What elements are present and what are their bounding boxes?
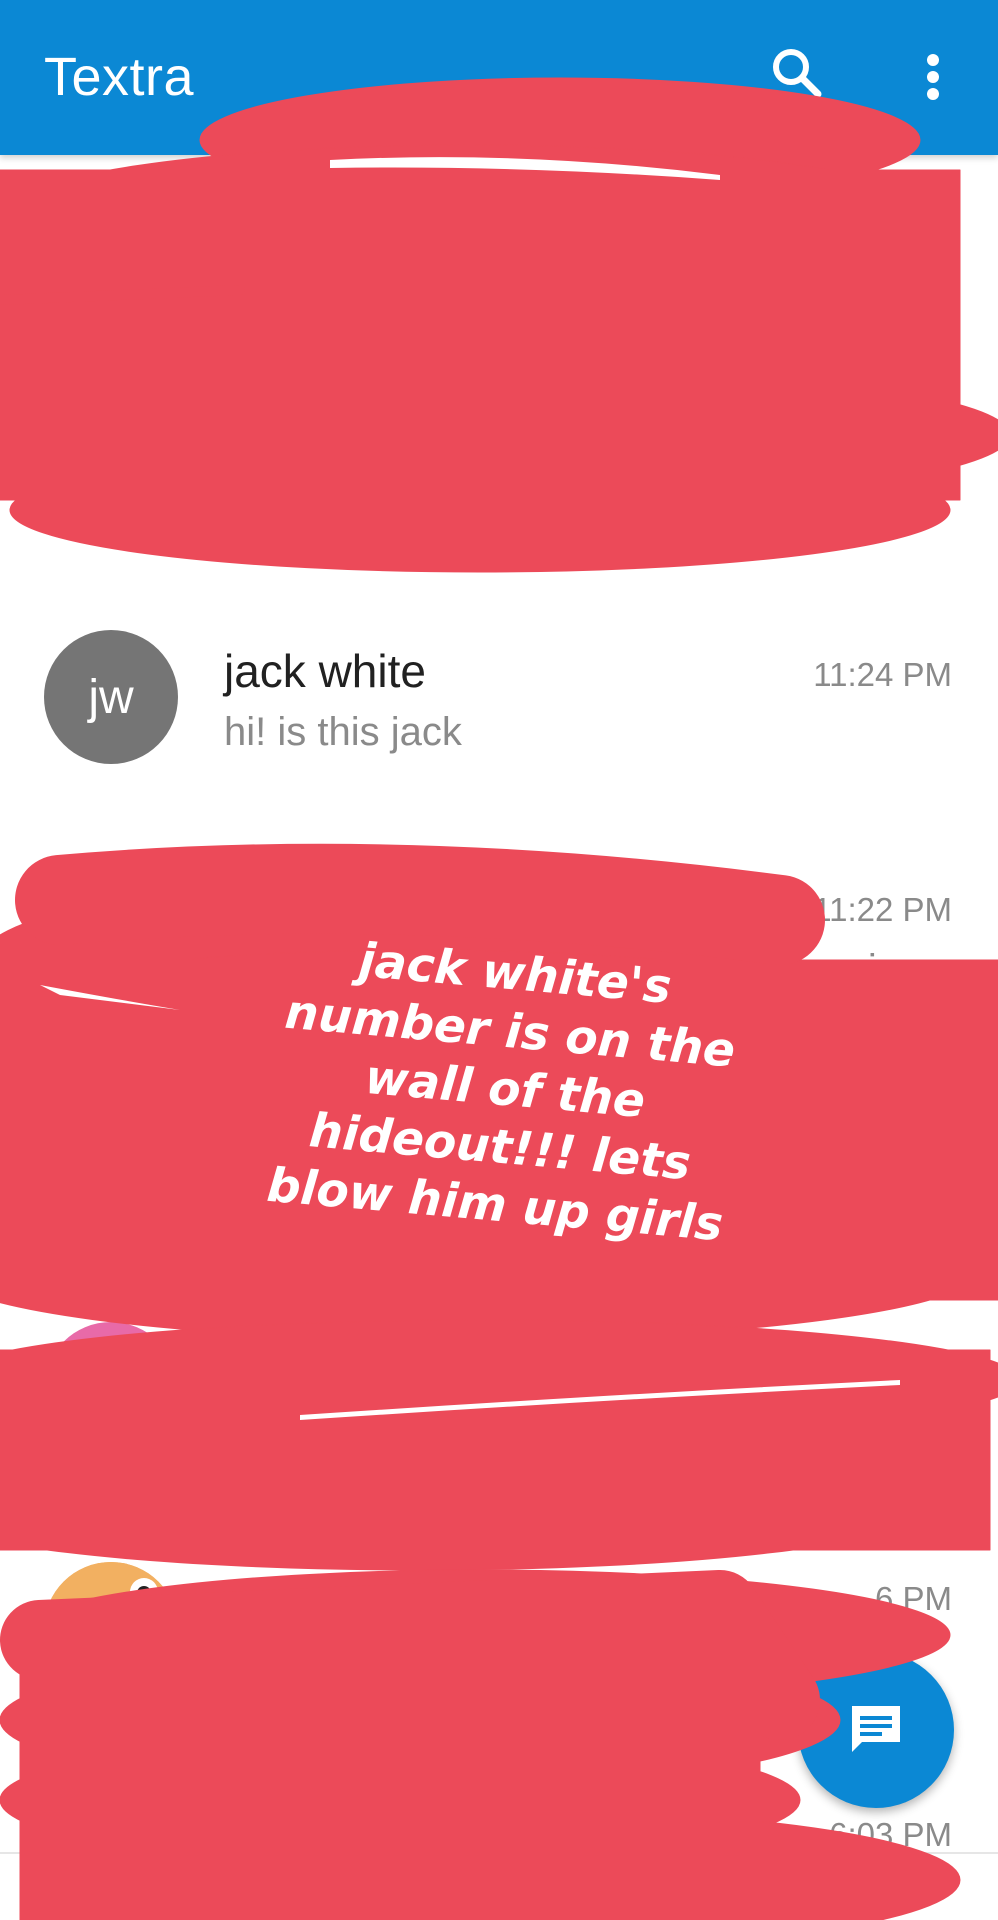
conversation-row-jack-white[interactable]: jw jack white hi! is this jack 11:24 PM — [0, 620, 998, 850]
divider — [0, 1852, 998, 1854]
conversation-time: 11:22 PM — [813, 891, 952, 928]
avatar — [44, 1322, 178, 1456]
message-snippet: hi! is this jack — [224, 710, 462, 754]
more-vert-icon[interactable] — [898, 40, 968, 110]
app-bar: Textra — [0, 0, 998, 155]
conversation-time: 6 PM — [874, 1580, 952, 1617]
textra-screen: Textra M jw jack white hi! is this jack … — [0, 0, 998, 1920]
app-title: Textra — [44, 47, 195, 107]
annotation-caption: jack white's number is on the wall of th… — [264, 932, 738, 1253]
contact-name: jack white — [224, 645, 426, 697]
conversation-time: M — [924, 199, 953, 236]
avatar — [44, 861, 178, 995]
message-snippet: appy i... — [770, 947, 911, 991]
avatar: jw — [44, 630, 178, 764]
conversation-time: 11:24 PM — [813, 656, 952, 693]
conversation-row-hidden-1[interactable]: M — [0, 155, 998, 509]
conversation-row-3[interactable] — [0, 1310, 998, 1540]
avatar — [44, 375, 178, 509]
conversation-time: 6:03 PM — [829, 1816, 952, 1853]
search-icon[interactable] — [763, 40, 833, 110]
avatar — [44, 1562, 178, 1696]
message-icon — [852, 1706, 900, 1752]
new-message-button[interactable] — [798, 1652, 954, 1808]
